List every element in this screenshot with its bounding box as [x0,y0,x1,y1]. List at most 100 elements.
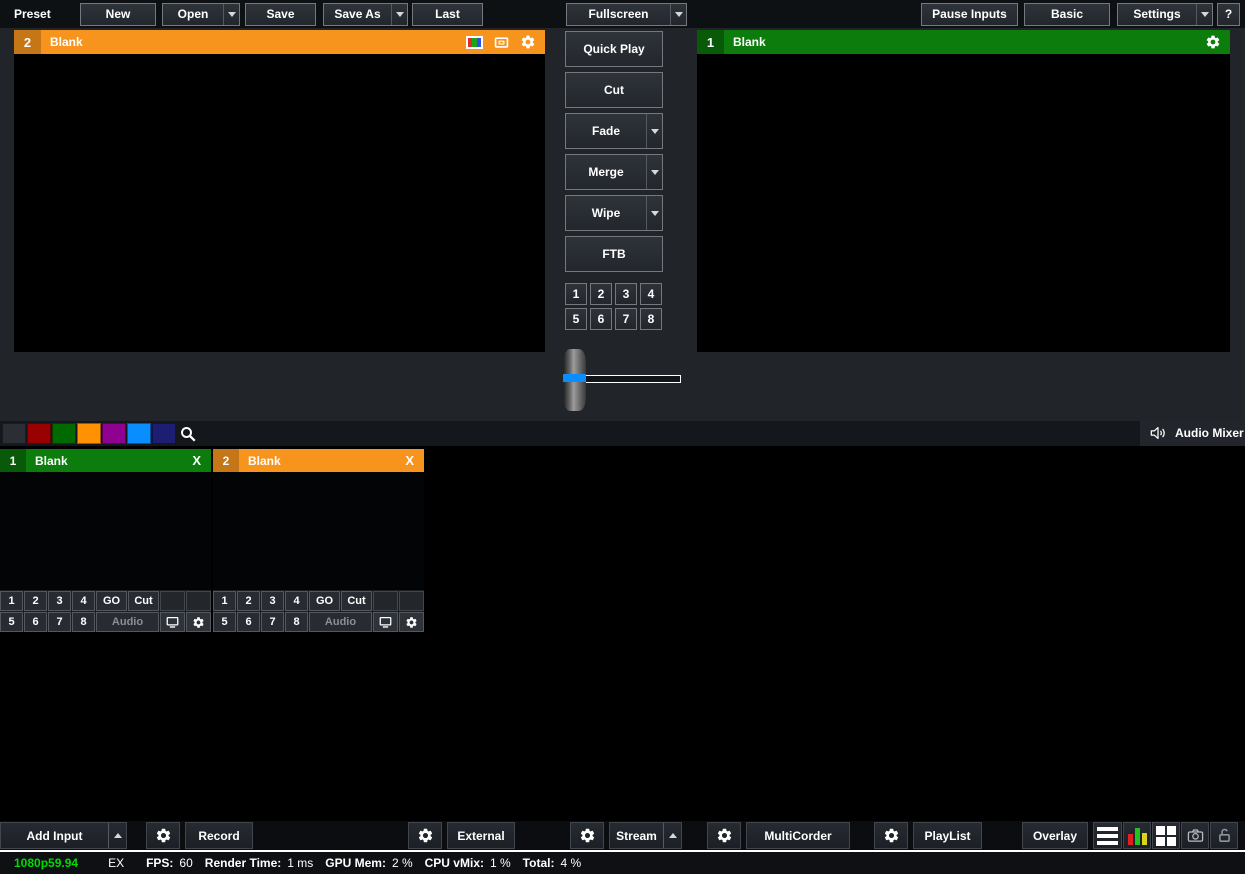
fade-button[interactable]: Fade [566,114,646,148]
overlay-button-6[interactable]: 6 [590,308,612,330]
input2-shortcut-1[interactable]: 1 [213,591,236,611]
help-button[interactable]: ? [1217,3,1240,26]
menu-button[interactable] [1093,822,1122,849]
cut-button[interactable]: Cut [565,72,663,108]
fade-dropdown-button[interactable] [646,114,662,148]
input1-shortcut-5[interactable]: 5 [0,612,23,632]
overlay-button-1[interactable]: 1 [565,283,587,305]
multicorder-button[interactable]: MultiCorder [746,822,850,849]
input2-shortcut-4[interactable]: 4 [285,591,308,611]
fullscreen-dropdown-button[interactable] [670,4,686,25]
input1-close-button[interactable]: X [192,453,201,468]
input1-title-bar[interactable]: 1 Blank X [0,449,211,472]
merge-button[interactable]: Merge [566,155,646,189]
save-as-button-group[interactable]: Save As [323,3,408,26]
audio-meters-button[interactable] [1123,822,1151,849]
input2-shortcut-6[interactable]: 6 [237,612,260,632]
overlay-button-8[interactable]: 8 [640,308,662,330]
gear-icon[interactable] [1205,34,1221,50]
stream-button[interactable]: Stream [610,823,663,848]
input1-shortcut-8[interactable]: 8 [72,612,95,632]
category-swatch-navy[interactable] [152,423,176,444]
input1-shortcut-7[interactable]: 7 [48,612,71,632]
playlist-button[interactable]: PlayList [913,822,982,849]
save-as-button[interactable]: Save As [324,4,391,25]
open-button-group[interactable]: Open [162,3,240,26]
tbar-fader-handle[interactable] [563,349,586,411]
input1-cut-button[interactable]: Cut [128,591,159,611]
input1-fullscreen-button[interactable] [160,612,185,632]
add-input-button-group[interactable]: Add Input [0,822,127,849]
input2-thumbnail[interactable] [213,472,424,590]
monitor-icon[interactable] [492,35,511,50]
audio-mixer-tab[interactable]: Audio Mixer [1140,420,1245,446]
input2-audio-button[interactable]: Audio [309,612,372,632]
overlay-button[interactable]: Overlay [1022,822,1088,849]
input1-audio-button[interactable]: Audio [96,612,159,632]
input1-shortcut-2[interactable]: 2 [24,591,47,611]
open-button[interactable]: Open [163,4,223,25]
input2-fullscreen-button[interactable] [373,612,398,632]
last-button[interactable]: Last [412,3,483,26]
record-settings-button[interactable] [146,822,180,849]
quick-play-button[interactable]: Quick Play [565,31,663,67]
overlay-button-5[interactable]: 5 [565,308,587,330]
category-swatch-orange[interactable] [77,423,101,444]
gear-icon[interactable] [520,34,536,50]
overlay-button-3[interactable]: 3 [615,283,637,305]
program-video-area[interactable] [697,54,1230,352]
input1-thumbnail[interactable] [0,472,211,590]
fade-button-group[interactable]: Fade [565,113,663,149]
category-swatch-green[interactable] [52,423,76,444]
search-button[interactable] [177,423,199,444]
overlay-button-7[interactable]: 7 [615,308,637,330]
save-as-dropdown-button[interactable] [391,4,407,25]
category-swatch-red[interactable] [27,423,51,444]
input2-shortcut-3[interactable]: 3 [261,591,284,611]
basic-button[interactable]: Basic [1024,3,1110,26]
input2-go-button[interactable]: GO [309,591,340,611]
open-dropdown-button[interactable] [223,4,239,25]
stream-settings-button[interactable] [570,822,604,849]
input1-go-button[interactable]: GO [96,591,127,611]
color-bars-icon[interactable] [466,36,483,49]
settings-button[interactable]: Settings [1118,4,1196,25]
playlist-settings-button[interactable] [874,822,908,849]
input1-shortcut-4[interactable]: 4 [72,591,95,611]
snapshot-button[interactable] [1181,822,1209,849]
wipe-button-group[interactable]: Wipe [565,195,663,231]
record-button[interactable]: Record [185,822,253,849]
input2-shortcut-7[interactable]: 7 [261,612,284,632]
category-swatch-none[interactable] [2,423,26,444]
input2-settings-button[interactable] [399,612,424,632]
input1-shortcut-6[interactable]: 6 [24,612,47,632]
input2-close-button[interactable]: X [405,453,414,468]
fullscreen-button-group[interactable]: Fullscreen [566,3,687,26]
input2-cut-button[interactable]: Cut [341,591,372,611]
category-swatch-blue[interactable] [127,423,151,444]
stream-dropdown-button[interactable] [663,823,681,848]
overlay-button-2[interactable]: 2 [590,283,612,305]
preview-video-area[interactable] [14,54,545,352]
input2-shortcut-8[interactable]: 8 [285,612,308,632]
input1-shortcut-1[interactable]: 1 [0,591,23,611]
category-swatch-purple[interactable] [102,423,126,444]
external-button[interactable]: External [447,822,515,849]
input2-shortcut-5[interactable]: 5 [213,612,236,632]
settings-dropdown-button[interactable] [1196,4,1212,25]
add-input-button[interactable]: Add Input [1,823,108,848]
layout-grid-button[interactable] [1152,822,1180,849]
save-button[interactable]: Save [245,3,316,26]
lock-button[interactable] [1210,822,1238,849]
fullscreen-button[interactable]: Fullscreen [567,4,670,25]
external-settings-button[interactable] [408,822,442,849]
overlay-button-4[interactable]: 4 [640,283,662,305]
settings-button-group[interactable]: Settings [1117,3,1213,26]
input1-shortcut-3[interactable]: 3 [48,591,71,611]
stream-button-group[interactable]: Stream [609,822,682,849]
merge-dropdown-button[interactable] [646,155,662,189]
input2-title-bar[interactable]: 2 Blank X [213,449,424,472]
pause-inputs-button[interactable]: Pause Inputs [921,3,1018,26]
multicorder-settings-button[interactable] [707,822,741,849]
wipe-button[interactable]: Wipe [566,196,646,230]
